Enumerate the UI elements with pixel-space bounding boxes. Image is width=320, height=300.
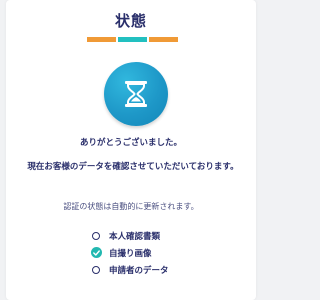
thanks-message: ありがとうございました。: [79, 138, 182, 148]
progress-indicator: [87, 37, 178, 42]
hourglass-icon: [125, 81, 147, 107]
checklist-item-label: 本人確認書類: [109, 231, 161, 242]
progress-segment-2: [118, 37, 147, 42]
confirming-message: 現在お客様のデータを確認させていただいております。: [27, 162, 239, 172]
verification-checklist: 本人確認書類 自撮り画像 申請者のデータ: [90, 227, 169, 278]
pending-circle-icon: [92, 265, 100, 274]
progress-segment-3: [149, 37, 178, 42]
status-card: 状態 ありがとうございました。 現在お客様のデータを確認させていただいております…: [6, 0, 256, 300]
checklist-item-applicant-data: 申請者のデータ: [92, 261, 169, 278]
checklist-item-label: 申請者のデータ: [109, 265, 169, 276]
checklist-item-id-document: 本人確認書類: [92, 227, 169, 244]
pending-circle-icon: [92, 231, 100, 240]
auto-update-note: 認証の状態は自動的に更新されます。: [63, 202, 199, 211]
checklist-item-selfie: 自撮り画像: [90, 244, 169, 261]
page-title: 状態: [114, 12, 147, 30]
checklist-item-label: 自撮り画像: [109, 248, 152, 259]
checkmark-circle-icon: [90, 247, 102, 258]
hourglass-badge: [104, 62, 168, 126]
progress-segment-1: [87, 37, 116, 42]
